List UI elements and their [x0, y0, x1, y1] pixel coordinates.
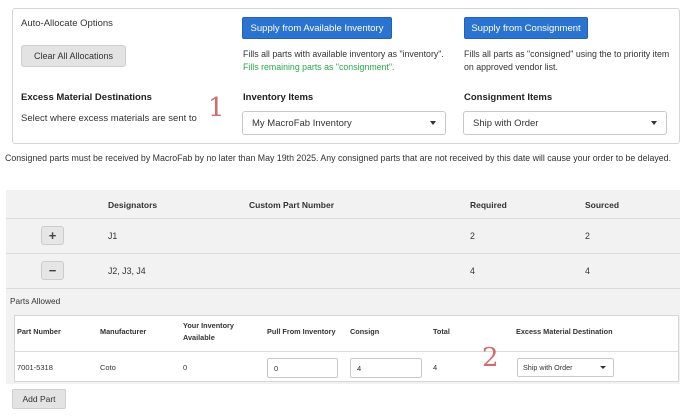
parts-allowed-label: Parts Allowed	[10, 296, 61, 306]
row-sourced: 4	[585, 266, 590, 276]
part-number-cell: 7001-5318	[17, 363, 53, 372]
collapse-row-button[interactable]: −	[41, 261, 64, 280]
excess-destination-header: Excess Material Destination	[516, 327, 613, 336]
consign-input[interactable]: 4	[350, 358, 422, 378]
sourced-header: Sourced	[585, 200, 620, 210]
header-divider	[6, 218, 680, 219]
pull-from-inventory-input[interactable]: 0	[267, 358, 338, 378]
consignment-items-label: Consignment Items	[464, 92, 553, 103]
parts-header-divider	[15, 351, 678, 352]
consignment-desc-line2: on approved vendor list.	[464, 62, 558, 72]
excess-material-description: Select where excess materials are sent t…	[21, 113, 197, 124]
auto-allocate-title: Auto-Allocate Options	[21, 18, 113, 29]
supply-from-inventory-button[interactable]: Supply from Available Inventory	[242, 17, 392, 39]
add-part-button[interactable]: Add Part	[12, 389, 66, 409]
row-divider	[6, 288, 680, 289]
supply-from-consignment-button[interactable]: Supply from Consignment	[464, 17, 588, 39]
your-inventory-cell: 0	[183, 363, 188, 372]
annotation-marker-2: 2	[482, 343, 499, 373]
manufacturer-header: Manufacturer	[100, 327, 147, 336]
row-designators: J1	[108, 231, 118, 241]
excess-destination-select[interactable]: Ship with Order	[517, 358, 614, 377]
clear-all-allocations-button[interactable]: Clear All Allocations	[21, 45, 126, 67]
row-required: 2	[470, 231, 475, 241]
excess-material-title: Excess Material Destinations	[21, 92, 152, 103]
row-divider	[6, 253, 680, 254]
expand-row-button[interactable]: +	[41, 226, 64, 245]
inventory-items-select-value: My MacroFab Inventory	[252, 117, 352, 129]
consignment-desc-line1: Fills all parts as "consigned" using the…	[464, 49, 670, 59]
consign-header: Consign	[350, 327, 380, 336]
annotation-marker-1: 1	[208, 93, 225, 123]
custom-part-number-header: Custom Part Number	[249, 200, 335, 210]
chevron-down-icon	[430, 121, 436, 125]
row-sourced: 2	[585, 231, 590, 241]
plus-icon: +	[48, 228, 57, 243]
excess-destination-select-value: Ship with Order	[523, 363, 573, 372]
inventory-desc-line2: Fills remaining parts as "consignment".	[243, 62, 395, 72]
consignment-items-select-value: Ship with Order	[473, 117, 539, 129]
total-header: Total	[433, 327, 450, 336]
pull-from-inventory-header: Pull From Inventory	[267, 327, 336, 336]
manufacturer-cell: Coto	[100, 363, 116, 372]
part-number-header: Part Number	[17, 327, 61, 336]
chevron-down-icon	[600, 366, 606, 369]
total-cell: 4	[433, 363, 438, 372]
consignment-deadline-notice: Consigned parts must be received by Macr…	[5, 153, 672, 163]
designators-header: Designators	[108, 200, 158, 210]
chevron-down-icon	[651, 121, 657, 125]
inventory-desc-line1: Fills all parts with available inventory…	[243, 49, 444, 59]
consignment-description: Fills all parts as "consigned" using the…	[464, 48, 676, 74]
minus-icon: −	[48, 263, 57, 278]
inventory-description: Fills all parts with available inventory…	[243, 48, 458, 74]
inventory-items-select[interactable]: My MacroFab Inventory	[242, 111, 446, 135]
required-header: Required	[470, 200, 507, 210]
row-required: 4	[470, 266, 475, 276]
consignment-items-select[interactable]: Ship with Order	[463, 111, 667, 135]
row-designators: J2, J3, J4	[108, 266, 146, 276]
inventory-items-label: Inventory Items	[243, 92, 314, 103]
your-inventory-header: Your Inventory Available	[183, 321, 234, 342]
